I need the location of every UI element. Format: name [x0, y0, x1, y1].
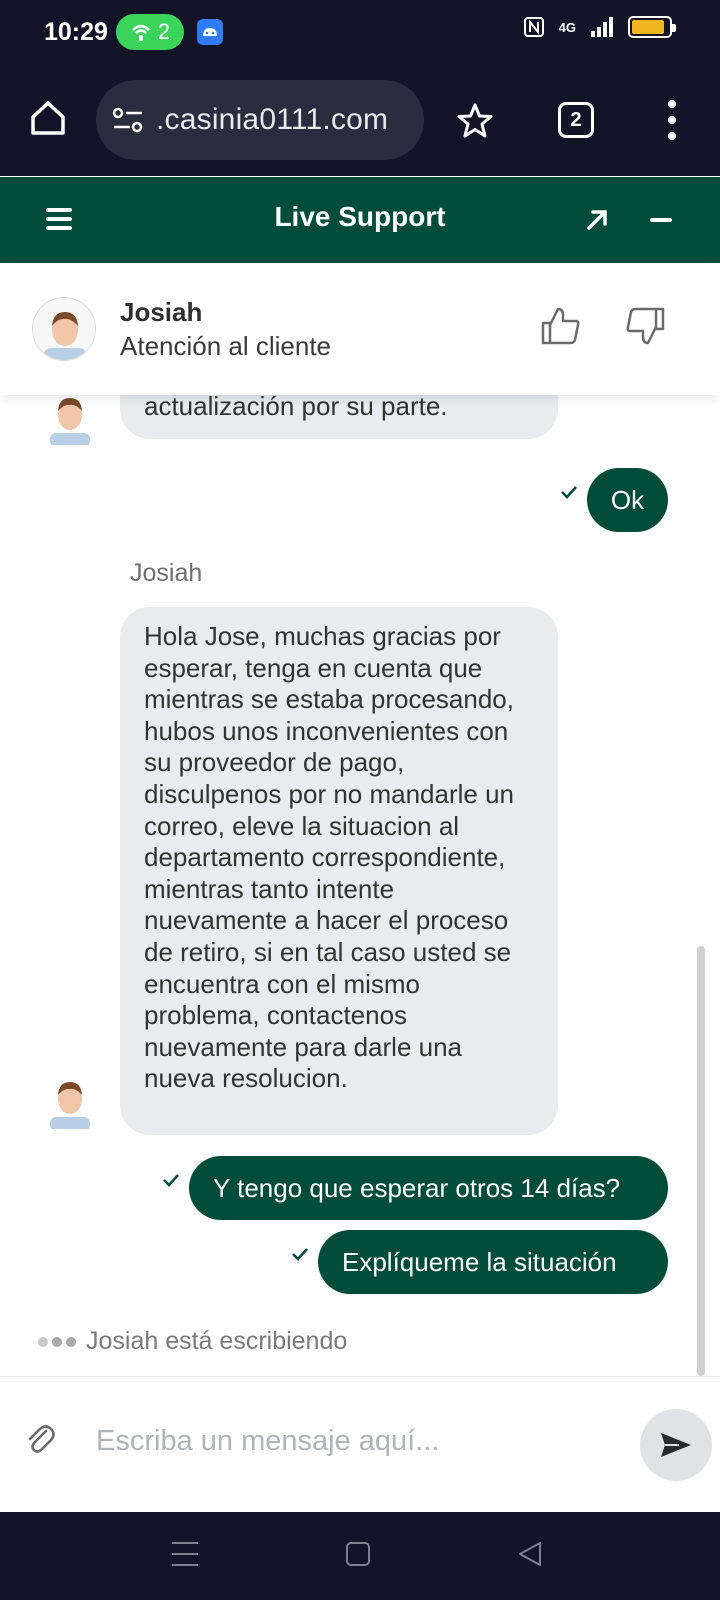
agent-avatar-small	[46, 1073, 94, 1129]
system-nav-bar	[0, 1512, 720, 1600]
send-button[interactable]	[640, 1409, 712, 1481]
message-text: Explíqueme la situación	[342, 1246, 617, 1277]
typing-dots-icon	[38, 1336, 76, 1347]
hotspot-count: 2	[157, 19, 171, 44]
incoming-message: Hola Jose, muchas gracias por esperar, t…	[120, 607, 558, 1135]
agent-card: Josiah Atención al cliente	[0, 263, 720, 395]
battery-icon	[628, 16, 676, 38]
tabs-icon[interactable]: 2	[558, 102, 594, 138]
outgoing-message: Y tengo que esperar otros 14 días?	[189, 1156, 668, 1220]
agent-avatar	[32, 297, 96, 361]
site-settings-icon[interactable]	[112, 106, 144, 134]
hotspot-indicator[interactable]: 2	[116, 14, 184, 50]
url-text: .casinia0111.com	[156, 103, 389, 136]
back-icon[interactable]	[516, 1540, 544, 1568]
support-header: Live Support	[0, 177, 720, 263]
sent-check-icon	[561, 486, 577, 499]
message-text: Y tengo que esperar otros 14 días?	[213, 1172, 621, 1203]
chat-scrollbar[interactable]	[697, 946, 705, 1376]
thumbs-down-icon[interactable]	[624, 305, 666, 347]
message-text: Hola Jose, muchas gracias por esperar, t…	[144, 621, 515, 1094]
expand-icon[interactable]	[584, 207, 610, 233]
agent-avatar-small	[46, 389, 94, 445]
chat-messages[interactable]: actualización por su parte. Ok Josiah Ho…	[0, 263, 720, 1376]
hotspot-icon	[131, 24, 150, 41]
paperclip-icon[interactable]	[24, 1421, 56, 1457]
status-indicators: 4G	[523, 16, 676, 38]
signal-icon	[591, 17, 613, 37]
agent-name: Josiah	[120, 297, 203, 327]
sent-check-icon	[292, 1248, 308, 1261]
minimize-icon[interactable]	[650, 218, 672, 222]
system-top-area: 10:29 2 4G .casinia0111.com 2	[0, 0, 720, 176]
typing-text: Josiah está escribiendo	[86, 1327, 348, 1355]
page-title: Live Support	[274, 201, 446, 232]
recents-icon[interactable]	[172, 1542, 198, 1566]
typing-indicator: Josiah está escribiendo	[38, 1327, 347, 1356]
message-input[interactable]	[96, 1411, 616, 1471]
outgoing-message: Explíqueme la situación	[318, 1230, 668, 1294]
nfc-icon	[523, 17, 544, 37]
message-text: actualización por su parte.	[144, 391, 448, 421]
thumbs-up-icon[interactable]	[540, 305, 582, 347]
sender-name: Josiah	[130, 559, 203, 587]
network-type: 4G	[558, 19, 576, 35]
outgoing-message: Ok	[587, 468, 668, 532]
message-text: Ok	[610, 484, 645, 515]
sent-check-icon	[163, 1174, 179, 1187]
tab-count: 2	[570, 108, 582, 131]
agent-role: Atención al cliente	[120, 331, 332, 361]
send-icon	[661, 1433, 691, 1457]
home-icon[interactable]	[28, 98, 68, 138]
home-icon[interactable]	[346, 1542, 370, 1566]
composer	[0, 1376, 720, 1512]
android-app-icon	[197, 19, 223, 45]
star-icon[interactable]	[456, 102, 494, 140]
status-time: 10:29	[44, 18, 108, 46]
more-icon[interactable]	[664, 100, 680, 140]
address-bar[interactable]: .casinia0111.com	[96, 80, 424, 160]
